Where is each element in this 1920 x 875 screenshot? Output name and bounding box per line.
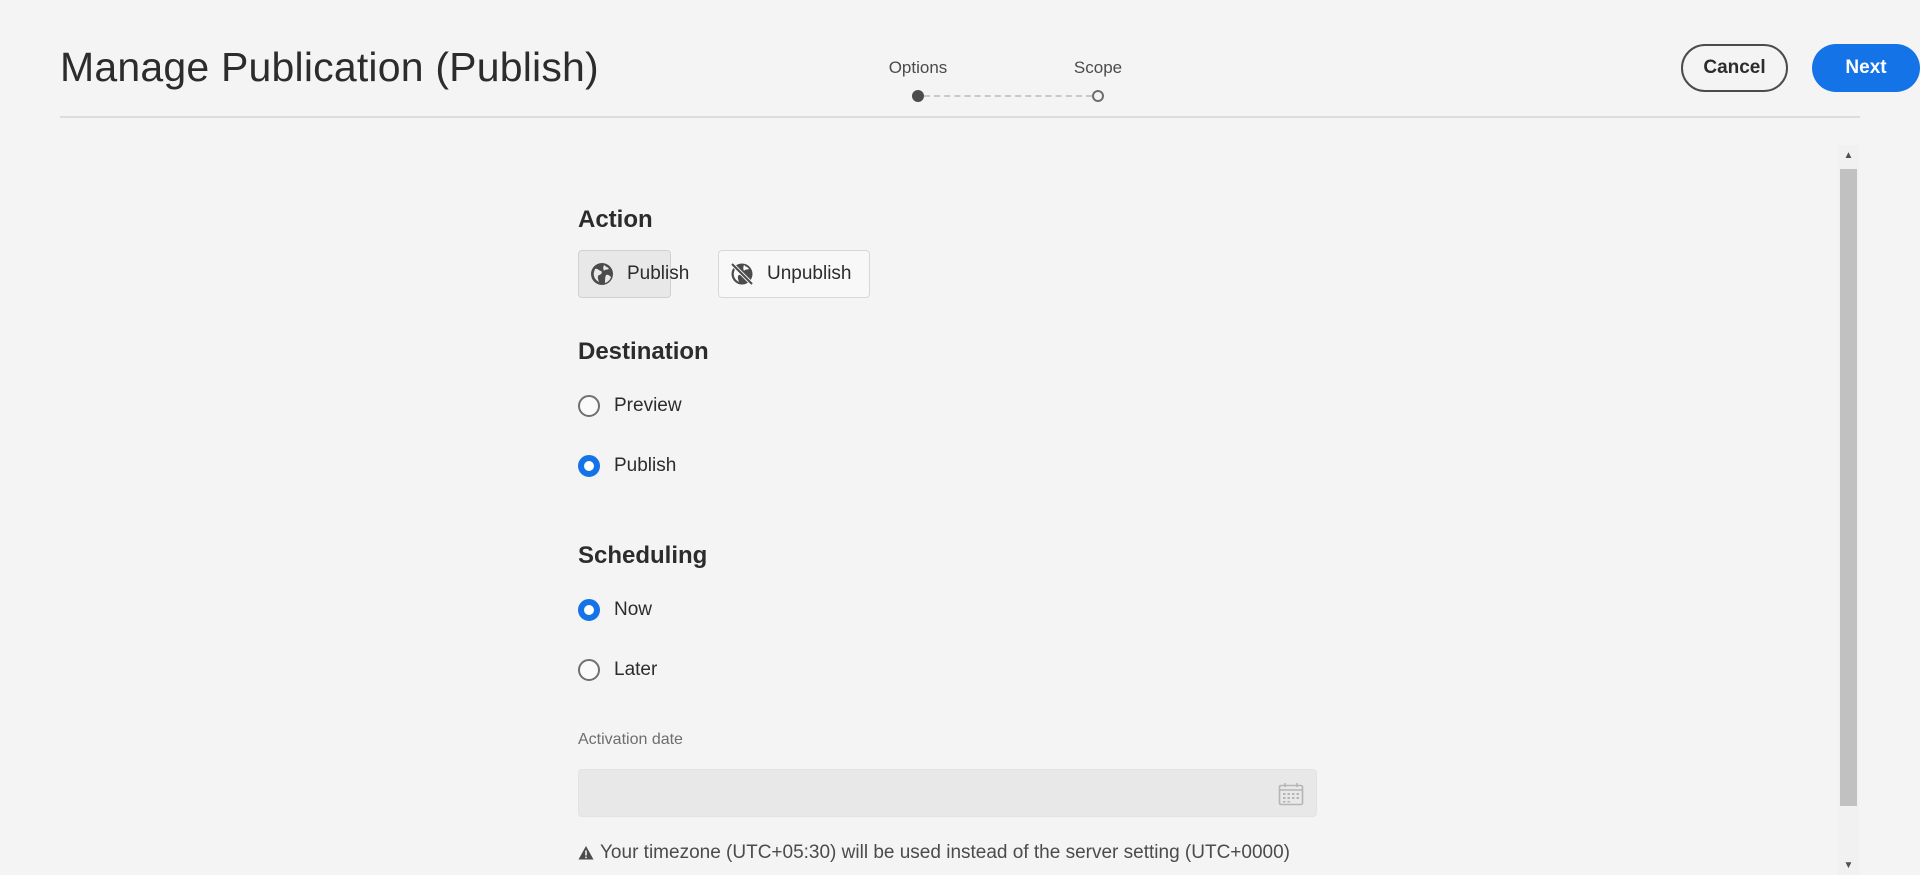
destination-preview-option[interactable]: Preview xyxy=(578,393,682,419)
destination-publish-radio[interactable] xyxy=(578,455,600,477)
activation-date-field[interactable] xyxy=(578,769,1317,817)
unpublish-action-button[interactable]: Unpublish xyxy=(718,250,870,298)
step-options-marker xyxy=(912,90,924,102)
vertical-scrollbar[interactable]: ▲ ▼ xyxy=(1838,145,1859,875)
destination-heading: Destination xyxy=(578,338,709,365)
destination-preview-label: Preview xyxy=(614,395,682,416)
scheduling-later-label: Later xyxy=(614,659,658,680)
step-scope-label: Scope xyxy=(1073,58,1123,77)
scheduling-now-option[interactable]: Now xyxy=(578,597,652,623)
step-scope-marker xyxy=(1092,90,1104,102)
step-options-label: Options xyxy=(888,58,948,77)
scheduling-now-radio[interactable] xyxy=(578,599,600,621)
scheduling-heading: Scheduling xyxy=(578,542,708,569)
next-button[interactable]: Next xyxy=(1812,44,1920,92)
scroll-down-arrow-icon[interactable]: ▼ xyxy=(1838,855,1859,875)
page-header: Manage Publication (Publish) Options Sco… xyxy=(60,0,1920,118)
scrollbar-thumb[interactable] xyxy=(1840,169,1857,806)
scheduling-now-label: Now xyxy=(614,599,653,620)
publish-action-button[interactable]: Publish xyxy=(578,250,689,298)
destination-publish-label: Publish xyxy=(614,455,677,476)
calendar-icon[interactable] xyxy=(1278,782,1304,806)
publish-action-label: Publish xyxy=(627,263,690,284)
globe-off-icon xyxy=(729,261,755,287)
alert-icon xyxy=(578,845,594,861)
activation-date-label: Activation date xyxy=(578,731,683,748)
page-title: Manage Publication (Publish) xyxy=(60,44,599,90)
timezone-notice-text: Your timezone (UTC+05:30) will be used i… xyxy=(600,842,1290,863)
action-heading: Action xyxy=(578,206,653,233)
wizard-stepper: Options Scope xyxy=(818,58,1122,108)
timezone-notice: Your timezone (UTC+05:30) will be used i… xyxy=(578,842,1290,864)
step-connector xyxy=(924,95,1092,97)
cancel-button[interactable]: Cancel xyxy=(1681,44,1788,92)
scheduling-later-radio[interactable] xyxy=(578,659,600,681)
scheduling-later-option[interactable]: Later xyxy=(578,657,657,683)
destination-publish-option[interactable]: Publish xyxy=(578,453,676,479)
destination-preview-radio[interactable] xyxy=(578,395,600,417)
unpublish-action-label: Unpublish xyxy=(767,263,852,284)
scroll-up-arrow-icon[interactable]: ▲ xyxy=(1838,145,1859,165)
globe-icon xyxy=(589,261,615,287)
